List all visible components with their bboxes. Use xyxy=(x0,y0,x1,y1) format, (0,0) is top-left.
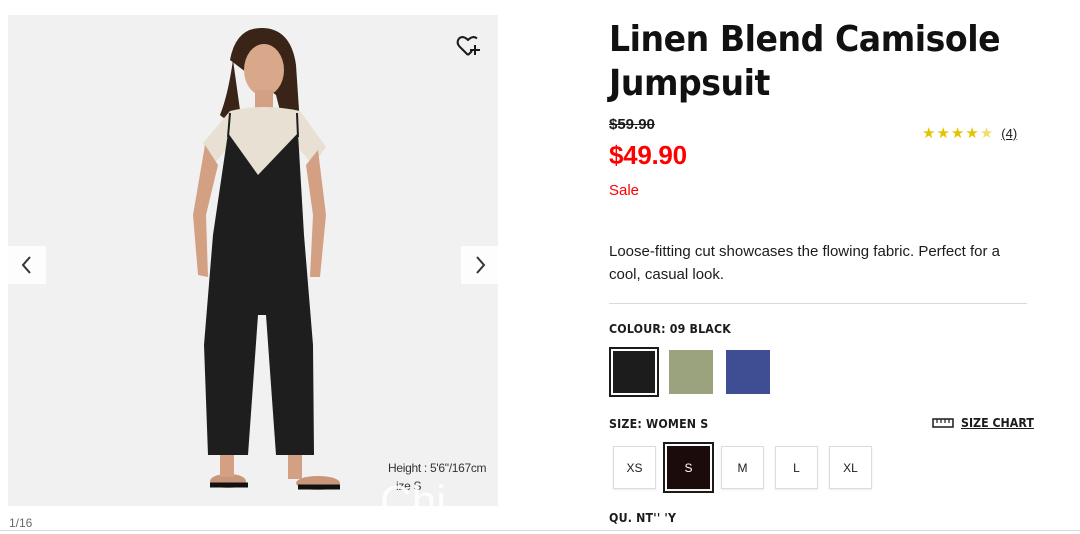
star-icon: ★ xyxy=(936,125,951,142)
product-rating: ★★★★★ (4) xyxy=(922,124,1017,142)
next-image-button[interactable] xyxy=(461,246,498,284)
model-height: Height : 5'6"/167cm xyxy=(388,461,487,475)
chevron-left-icon xyxy=(21,256,31,274)
size-chart-label: SIZE CHART xyxy=(961,416,1034,430)
sale-price: $49.90 xyxy=(609,140,687,170)
sale-label: Sale xyxy=(609,182,640,199)
size-option-m[interactable]: M xyxy=(721,446,764,489)
size-options: XS S M L XL xyxy=(613,442,872,493)
swatch-fill xyxy=(613,351,655,393)
colour-swatch-blue[interactable] xyxy=(723,347,773,397)
image-watermark: Chi xyxy=(380,477,447,506)
half-star-icon: ★ xyxy=(979,125,995,142)
heart-plus-icon xyxy=(456,36,480,56)
size-option-xs[interactable]: XS xyxy=(613,446,656,489)
product-title: Linen Blend Camisole Jumpsuit xyxy=(609,19,1001,104)
colour-swatch-black[interactable] xyxy=(609,347,659,397)
swatch-fill xyxy=(726,350,770,394)
product-description: Loose-fitting cut showcases the flowing … xyxy=(609,243,1001,283)
swatch-fill xyxy=(669,350,713,394)
original-price: $59.90 xyxy=(609,116,655,133)
image-counter: 1/16 xyxy=(9,516,33,530)
size-option-l[interactable]: L xyxy=(775,446,818,489)
page-divider xyxy=(0,530,1080,531)
product-image-gallery: Height : 5'6"/167cm ize S Chi xyxy=(8,15,498,506)
star-icon: ★ xyxy=(950,125,966,142)
star-icon: ★ xyxy=(965,125,980,142)
size-option-s[interactable]: S xyxy=(663,442,714,493)
colour-label: COLOUR: 09 BLACK xyxy=(609,322,732,336)
size-chart-link[interactable]: SIZE CHART xyxy=(932,416,1040,430)
section-divider xyxy=(609,303,1027,304)
size-option-xl[interactable]: XL xyxy=(829,446,872,489)
rating-stars: ★★★★★ xyxy=(922,124,994,142)
ruler-icon xyxy=(932,418,954,428)
colour-swatch-olive[interactable] xyxy=(666,347,716,397)
chevron-right-icon xyxy=(476,256,486,274)
wishlist-button[interactable] xyxy=(456,33,482,59)
size-label: SIZE: WOMEN S xyxy=(609,417,709,431)
product-photo xyxy=(8,15,498,506)
star-icon: ★ xyxy=(922,125,937,142)
review-count-link[interactable]: (4) xyxy=(1001,126,1017,141)
quantity-label: QU. NT'' 'Y xyxy=(609,511,677,525)
colour-swatches xyxy=(609,347,773,397)
previous-image-button[interactable] xyxy=(8,246,46,284)
